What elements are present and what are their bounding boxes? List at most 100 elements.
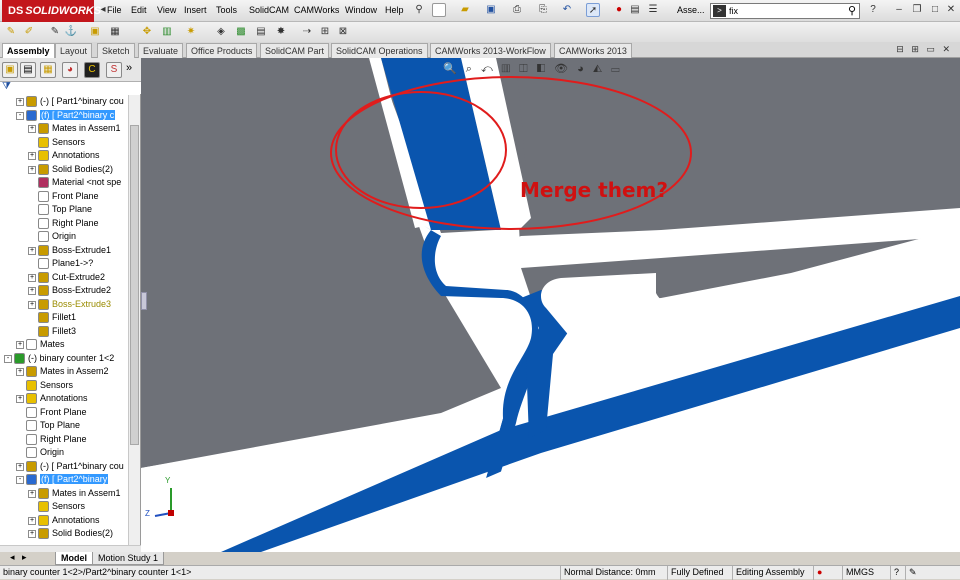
tree-item[interactable]: + Annotations	[16, 392, 88, 405]
select-arrow-icon[interactable]: ➚	[586, 3, 600, 17]
tab-solidcam-operations[interactable]: SolidCAM Operations	[331, 43, 428, 58]
tree-expander-icon[interactable]: -	[16, 111, 24, 120]
tree-expander-icon[interactable]: -	[4, 354, 12, 363]
view-settings-icon[interactable]: ▭	[611, 63, 622, 75]
tree-expander-icon[interactable]: +	[28, 124, 36, 133]
menu-edit[interactable]: Edit	[131, 5, 147, 15]
menu-help[interactable]: Help	[385, 5, 404, 15]
open-folder-icon[interactable]: ▰	[458, 3, 472, 17]
tree-expander-icon[interactable]: +	[16, 462, 24, 471]
tree-item[interactable]: + Solid Bodies(2)	[28, 163, 113, 176]
tree-expander-icon[interactable]: +	[16, 340, 24, 349]
tree-item[interactable]: + (-) [ Part1^binary cou	[16, 95, 124, 108]
property-manager-tab-icon[interactable]: ▤	[20, 62, 36, 78]
tree-item[interactable]: + (-) [ Part1^binary cou	[16, 460, 124, 473]
move-component-icon[interactable]: ✥	[140, 25, 154, 39]
tree-expander-icon[interactable]: +	[28, 151, 36, 160]
tree-item[interactable]: + Mates in Assem2	[16, 365, 109, 378]
tree-item[interactable]: + Mates	[16, 338, 65, 351]
tree-item[interactable]: + Solid Bodies(2)	[28, 527, 113, 540]
tree-expander-icon[interactable]: +	[28, 165, 36, 174]
tree-horizontal-scrollbar[interactable]	[0, 545, 141, 552]
tree-item[interactable]: + Boss-Extrude1	[28, 244, 111, 257]
tree-expander-icon[interactable]: +	[28, 516, 36, 525]
pushpin-icon[interactable]: ⚲	[412, 3, 426, 17]
section-view-icon[interactable]: ▥	[502, 63, 513, 75]
scroll-right-icon[interactable]: ▸	[22, 552, 27, 563]
tree-scrollbar-thumb[interactable]	[130, 125, 139, 445]
tree-item[interactable]: Top Plane	[16, 419, 80, 432]
tree-item[interactable]: Origin	[16, 446, 64, 459]
options-icon[interactable]: ☰	[646, 3, 660, 17]
tree-item[interactable]: + Boss-Extrude3	[28, 298, 111, 311]
minimize-icon[interactable]: –	[892, 3, 906, 17]
print-icon[interactable]: ⎙	[510, 3, 524, 17]
more-tabs-icon[interactable]: »	[126, 62, 132, 74]
tree-item[interactable]: - (f) [ Part2^binary c	[16, 109, 116, 122]
tree-item[interactable]: Top Plane	[28, 203, 92, 216]
maximize-icon[interactable]: □	[928, 3, 942, 17]
tree-expander-icon[interactable]: +	[28, 529, 36, 538]
viewport-restore-icon[interactable]: ⊟	[896, 44, 904, 54]
feature-tree-tab-icon[interactable]: ▣	[2, 62, 18, 78]
viewport-tile-icon[interactable]: ⊞	[911, 44, 919, 54]
exploded-view-icon[interactable]: ✸	[274, 25, 288, 39]
tree-item[interactable]: - (f) [ Part2^binary	[16, 473, 109, 486]
printer-icon[interactable]: ⎘	[536, 3, 550, 17]
tree-expander-icon[interactable]: +	[16, 97, 24, 106]
tab-solidcam-part[interactable]: SolidCAM Part	[260, 43, 330, 58]
tree-expander-icon[interactable]: +	[16, 367, 24, 376]
edit-appearance-icon[interactable]: ◕	[577, 63, 587, 75]
tree-item[interactable]: Sensors	[28, 136, 85, 149]
panel-collapse-handle[interactable]	[141, 292, 147, 310]
tab-layout[interactable]: Layout	[55, 43, 93, 58]
assembly-features-icon[interactable]: ✷	[184, 25, 198, 39]
undo-icon[interactable]: ↶	[560, 3, 574, 17]
tree-expander-icon[interactable]: -	[16, 475, 24, 484]
zoom-to-fit-icon[interactable]: 🔍	[443, 63, 460, 75]
tree-item[interactable]: Material <not spe	[28, 176, 121, 189]
tree-expander-icon[interactable]: +	[28, 489, 36, 498]
appearance-tab-icon[interactable]: ◕	[62, 62, 78, 78]
file-properties-icon[interactable]: ▤	[628, 3, 642, 17]
restore-icon[interactable]: ❐	[910, 3, 924, 17]
tab-office-products[interactable]: Office Products	[186, 43, 258, 58]
status-notes-icon[interactable]: ✎	[905, 566, 917, 580]
tree-filter[interactable]: ⧩	[0, 81, 141, 94]
search-input[interactable]: > fix ⚲	[710, 3, 860, 19]
tree-scrollbar[interactable]	[128, 95, 140, 545]
tree-expander-icon[interactable]: +	[28, 286, 36, 295]
configuration-manager-tab-icon[interactable]: ▦	[40, 62, 56, 78]
smart-fasteners-icon[interactable]: ▣	[88, 25, 102, 39]
interference-icon[interactable]: ⊞	[318, 25, 332, 39]
tab-assembly[interactable]: Assembly	[2, 43, 55, 58]
insert-components-icon[interactable]: ✎	[4, 25, 18, 39]
camworks-tab-icon[interactable]: C	[84, 62, 100, 78]
tree-item[interactable]: Front Plane	[16, 406, 87, 419]
tree-item[interactable]: Right Plane	[16, 433, 87, 446]
reference-geometry-icon[interactable]: ◈	[214, 25, 228, 39]
tree-item[interactable]: Plane1->?	[28, 257, 93, 270]
tree-expander-icon[interactable]: +	[28, 300, 36, 309]
tab-camworks-workflow[interactable]: CAMWorks 2013-WorkFlow	[430, 43, 551, 58]
menu-window[interactable]: Window	[345, 5, 377, 15]
filter-icon[interactable]: ⧩	[2, 81, 11, 92]
tree-item[interactable]: Sensors	[16, 379, 73, 392]
new-motion-study-icon[interactable]: ▩	[234, 25, 248, 39]
tab-model[interactable]: Model	[55, 552, 93, 565]
menu-insert[interactable]: Insert	[184, 5, 207, 15]
scroll-left-icon[interactable]: ◂	[10, 552, 15, 563]
explode-line-icon[interactable]: ⇢	[300, 25, 314, 39]
save-icon[interactable]: ▣	[484, 3, 498, 17]
solidworks-logo[interactable]: DS SOLIDWORKS	[2, 0, 101, 22]
tree-item[interactable]: - (-) binary counter 1<2	[4, 352, 114, 365]
menu-camworks[interactable]: CAMWorks	[294, 5, 339, 15]
tab-evaluate[interactable]: Evaluate	[138, 43, 184, 58]
menu-solidcam[interactable]: SolidCAM	[249, 5, 289, 15]
tab-sketch[interactable]: Sketch	[97, 43, 135, 58]
graphics-viewport[interactable]: Y Z 🔍 ⌕ ⤺ ▥ ◫ ◧ 👁 ◕ ◭ ▭ Merge them?	[141, 58, 960, 552]
tree-item[interactable]: Front Plane	[28, 190, 99, 203]
apply-scene-icon[interactable]: ◭	[593, 63, 605, 75]
menu-file[interactable]: File	[107, 5, 122, 15]
status-help-icon[interactable]: ?	[890, 566, 899, 580]
